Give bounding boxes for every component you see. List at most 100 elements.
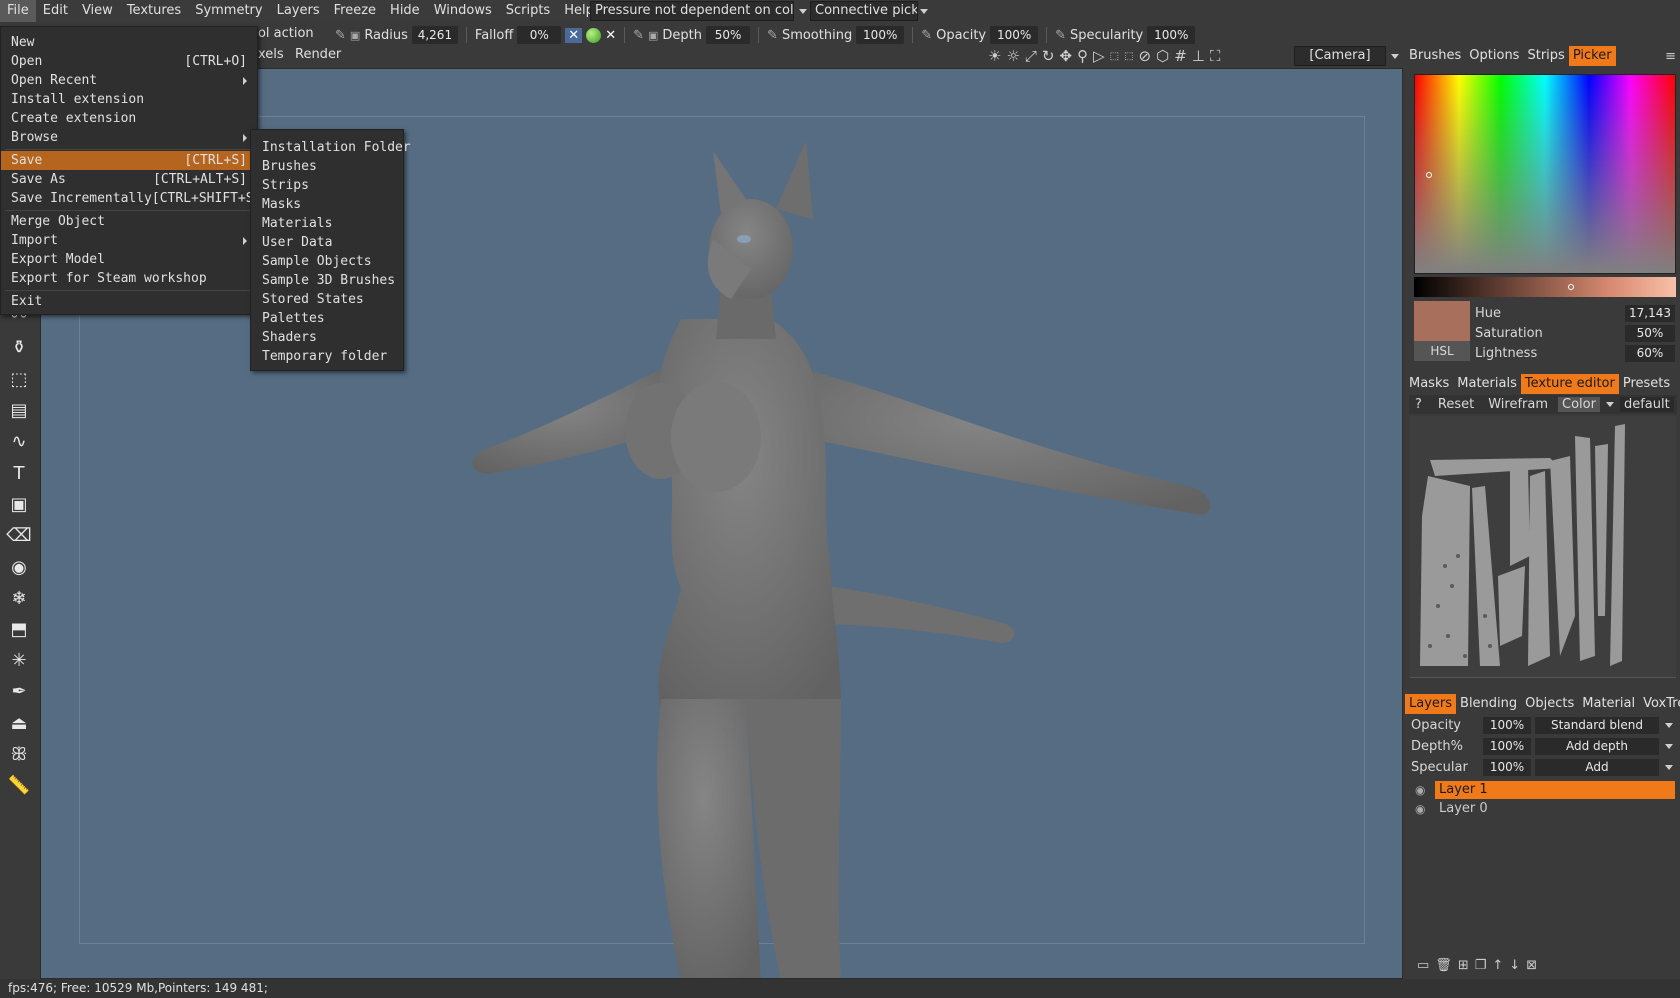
tab-strips[interactable]: Strips [1523, 46, 1568, 66]
submenu-item-strips[interactable]: Strips [251, 176, 403, 195]
light-icon[interactable]: ☼ [1006, 47, 1019, 65]
menu-hide[interactable]: Hide [383, 0, 427, 22]
submenu-item-materials[interactable]: Materials [251, 214, 403, 233]
pen-icon[interactable]: ✎ [921, 28, 932, 43]
rotate-icon[interactable]: ↻ [1042, 47, 1055, 65]
tab-picker[interactable]: Picker [1568, 46, 1616, 66]
move-up-icon[interactable]: ↑ [1492, 958, 1503, 973]
radius-label[interactable]: Radius [364, 28, 408, 43]
depth-label[interactable]: Depth [662, 28, 702, 43]
menu-item-install-extension[interactable]: Install extension [1, 90, 257, 109]
eye-tool-icon[interactable]: ◉ [6, 554, 32, 580]
duplicate-layer-icon[interactable]: ❐ [1475, 958, 1487, 973]
hue-label[interactable]: Hue [1475, 306, 1625, 321]
new-layer-icon[interactable]: ▭ [1417, 958, 1429, 973]
submenu-item-palettes[interactable]: Palettes [251, 309, 403, 328]
picking-mode-combo[interactable]: Connective picki [810, 1, 918, 21]
frame-all-icon[interactable]: ⬚ [1110, 51, 1119, 62]
x-icon[interactable]: ✕ [565, 27, 583, 43]
reset-button[interactable]: Reset [1434, 397, 1478, 412]
menu-item-merge-object[interactable]: Merge Object [1, 212, 257, 231]
eraser-tool-icon[interactable]: ⌫ [6, 522, 32, 548]
pen-icon[interactable]: ✎ [1055, 28, 1066, 43]
submenu-item-shaders[interactable]: Shaders [251, 328, 403, 347]
submenu-item-installation-folder[interactable]: Installation Folder [251, 138, 411, 157]
lock-icon[interactable]: ▣ [648, 29, 658, 42]
layer-name[interactable]: Layer 1 [1435, 781, 1675, 799]
current-color-swatch[interactable] [1414, 301, 1470, 341]
color-channel-combo[interactable]: Color [1558, 397, 1600, 412]
panel-menu-icon[interactable]: ≡ [1665, 49, 1676, 64]
lock-icon[interactable]: ▣ [350, 29, 360, 42]
menu-item-browse[interactable]: Browse [1, 128, 257, 147]
submenu-item-masks[interactable]: Masks [251, 195, 403, 214]
chevron-down-icon[interactable] [799, 9, 807, 14]
ruler-tool-icon[interactable]: 📏 [6, 772, 32, 798]
texture-preview[interactable] [1410, 416, 1676, 678]
chevron-down-icon[interactable] [1391, 54, 1399, 59]
eye-icon[interactable]: ◉ [1415, 802, 1435, 816]
tab-objects[interactable]: Objects [1521, 694, 1578, 714]
lightness-label[interactable]: Lightness [1475, 346, 1625, 361]
falloff-label[interactable]: Falloff [475, 28, 513, 43]
tab-material[interactable]: Material [1578, 694, 1639, 714]
menu-freeze[interactable]: Freeze [327, 0, 383, 22]
slider-handle[interactable] [1568, 284, 1574, 290]
menu-layers[interactable]: Layers [270, 0, 327, 22]
layer-depth-label[interactable]: Depth% [1411, 739, 1483, 754]
depth-field[interactable]: 50% [706, 26, 751, 44]
layer-row[interactable]: ◉ Layer 1 [1415, 781, 1675, 799]
delete-layer-icon[interactable]: 🗑 [1435, 958, 1452, 973]
sun-icon[interactable]: ☀ [988, 47, 1001, 65]
prohibit-icon[interactable]: ⊘ [1139, 47, 1152, 65]
menu-item-export-model[interactable]: Export Model [1, 250, 257, 269]
layer-depth-field[interactable]: 100% [1483, 738, 1531, 755]
submenu-item-sample-3d-brushes[interactable]: Sample 3D Brushes [251, 271, 403, 290]
lightness-slider[interactable] [1414, 277, 1676, 297]
chevron-down-icon[interactable] [1665, 744, 1673, 749]
menu-item-new[interactable]: New [1, 33, 257, 52]
depth-mode-combo[interactable]: Add depth [1535, 738, 1659, 755]
blend-mode-combo[interactable]: Standard blend [1535, 717, 1659, 734]
merge-layer-icon[interactable]: ⊞ [1458, 958, 1469, 973]
radius-field[interactable]: 4,261 [411, 26, 458, 44]
tab-presets[interactable]: Presets [1619, 374, 1674, 394]
submenu-item-sample-objects[interactable]: Sample Objects [251, 252, 403, 271]
layer-options-icon[interactable]: ⊠ [1526, 958, 1537, 973]
opacity-label[interactable]: Opacity [936, 28, 986, 43]
tab-materials[interactable]: Materials [1453, 374, 1521, 394]
layer-name[interactable]: Layer 0 [1435, 800, 1675, 818]
color-field[interactable] [1414, 74, 1676, 274]
chevron-down-icon[interactable] [920, 9, 928, 14]
layer-specular-label[interactable]: Specular [1411, 760, 1483, 775]
chevron-down-icon[interactable] [1665, 723, 1673, 728]
submenu-item-brushes[interactable]: Brushes [251, 157, 403, 176]
menu-item-create-extension[interactable]: Create extension [1, 109, 257, 128]
tab-options[interactable]: Options [1465, 46, 1523, 66]
tab-blending[interactable]: Blending [1456, 694, 1521, 714]
tab-masks[interactable]: Masks [1405, 374, 1453, 394]
submenu-item-stored-states[interactable]: Stored States [251, 290, 403, 309]
iron-tool-icon[interactable]: ⏏ [6, 710, 32, 736]
layer-row[interactable]: ◉ Layer 0 [1415, 800, 1675, 818]
green-sphere-icon[interactable] [586, 27, 602, 43]
grid-icon[interactable]: # [1174, 47, 1187, 65]
play-icon[interactable]: ▷ [1093, 47, 1105, 65]
help-button[interactable]: ? [1409, 397, 1428, 412]
layer-specular-field[interactable]: 100% [1483, 759, 1531, 776]
frame-pen-icon[interactable]: ⬚ [1124, 51, 1133, 62]
move-down-icon[interactable]: ↓ [1509, 958, 1520, 973]
tab-voxtree[interactable]: VoxTree [1639, 694, 1680, 714]
eye-icon[interactable]: ◉ [1415, 783, 1435, 797]
menu-item-open[interactable]: Open [CTRL+O] [1, 52, 257, 71]
fit-icon[interactable]: ⛶ [1210, 47, 1221, 65]
menu-file[interactable]: File [0, 0, 36, 22]
select-tool-icon[interactable]: ⬚ [6, 366, 32, 392]
saturation-label[interactable]: Saturation [1475, 326, 1625, 341]
menu-item-save-as[interactable]: Save As [CTRL+ALT+S] [1, 170, 257, 189]
smoothing-field[interactable]: 100% [856, 26, 905, 44]
specularity-label[interactable]: Specularity [1070, 28, 1143, 43]
specularity-field[interactable]: 100% [1147, 26, 1196, 44]
falloff-field[interactable]: 0% [517, 26, 562, 44]
menu-item-save-incrementally[interactable]: Save Incrementally [CTRL+SHIFT+S] [1, 189, 261, 208]
